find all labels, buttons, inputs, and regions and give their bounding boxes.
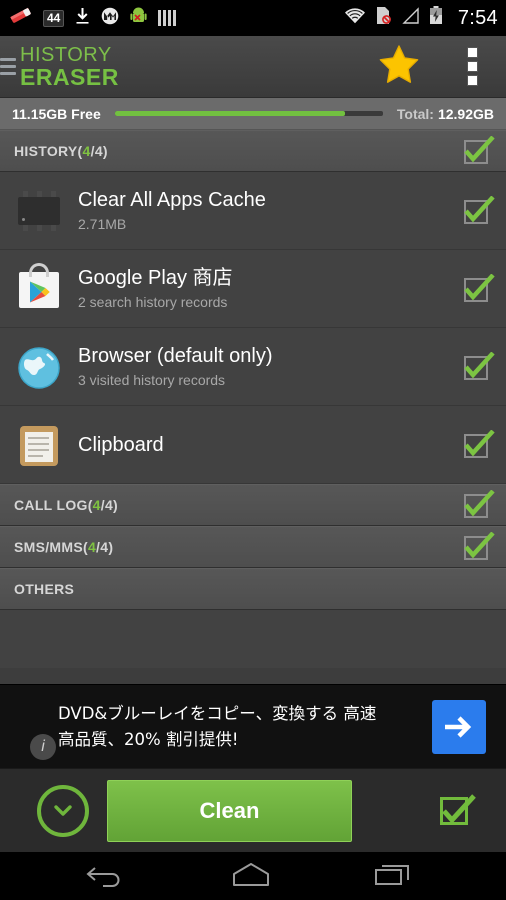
storage-progress-fill xyxy=(114,111,346,116)
ad-text-line2: 高品質、20% 割引提供! xyxy=(58,729,239,749)
motorola-icon xyxy=(101,7,119,30)
app-logo: HISTORY ERASER xyxy=(20,45,119,89)
list-item-title: Browser (default only) xyxy=(78,345,273,367)
list-item-text: Google Play 商店 2 search history records xyxy=(78,266,462,311)
storage-bar: 11.15GB Free Total: 12.92GB xyxy=(0,98,506,130)
signal-bars-icon xyxy=(158,10,177,26)
recent-apps-icon[interactable] xyxy=(370,860,420,893)
section-header-call-log[interactable]: CALL LOG(4/4) xyxy=(0,484,506,526)
ad-text: DVD&ブルーレイをコピー、変換する 高速 高品質、20% 割引提供! xyxy=(58,701,432,753)
list-item-checkbox[interactable] xyxy=(462,273,495,304)
status-bar-clock: 7:54 xyxy=(457,6,498,29)
list-item[interactable]: Clipboard xyxy=(0,406,506,484)
ad-banner[interactable]: DVD&ブルーレイをコピー、変換する 高速 高品質、20% 割引提供! i xyxy=(0,684,506,768)
logo-line-history: HISTORY xyxy=(20,43,112,66)
section-checkbox-history[interactable] xyxy=(462,136,495,166)
list-item[interactable]: Google Play 商店 2 search history records xyxy=(0,250,506,328)
bottom-action-bar: Clean xyxy=(0,768,506,852)
download-icon xyxy=(75,7,90,30)
status-bar-right-icons: 7:54 xyxy=(344,6,498,30)
browser-globe-icon xyxy=(16,344,62,390)
list-item-text: Browser (default only) 3 visited history … xyxy=(78,344,462,389)
section-label-sms-mms: SMS/MMS(4/4) xyxy=(14,539,114,555)
back-icon[interactable] xyxy=(86,860,132,893)
overflow-menu-icon[interactable] xyxy=(446,47,498,86)
star-icon[interactable] xyxy=(378,44,420,89)
google-play-store-icon xyxy=(16,262,62,312)
list-item-title: Clipboard xyxy=(78,433,164,456)
logo-line-eraser: ERASER xyxy=(20,63,119,90)
list-item-subtitle: 2.71MB xyxy=(78,216,127,232)
android-error-icon xyxy=(130,7,147,30)
arrow-right-icon[interactable] xyxy=(432,699,486,754)
list-item-text: Clipboard xyxy=(78,433,462,457)
list-empty-space xyxy=(0,610,506,668)
list-item[interactable]: Browser (default only) 3 visited history … xyxy=(0,328,506,406)
list-item-text: Clear All Apps Cache 2.71MB xyxy=(78,188,462,233)
section-label-history: HISTORY(4/4) xyxy=(14,143,108,159)
list-item-title: Google Play 商店 xyxy=(78,267,233,289)
clean-button[interactable]: Clean xyxy=(107,779,352,842)
status-bar: 44 7:54 xyxy=(0,0,506,36)
section-checkbox-sms-mms[interactable] xyxy=(462,532,495,562)
list-item-checkbox[interactable] xyxy=(462,429,495,460)
eraser-icon xyxy=(10,7,32,30)
app-root: 44 7:54 HISTORY ERASER 11.15GB Free Tota… xyxy=(0,0,506,900)
sdcard-disabled-icon xyxy=(375,6,392,30)
section-checkbox-call-log[interactable] xyxy=(462,490,495,520)
list-item-checkbox[interactable] xyxy=(462,351,495,382)
storage-total-label: Total: xyxy=(396,105,434,122)
list-item-subtitle: 2 search history records xyxy=(78,294,228,310)
item-group-history: Clear All Apps Cache 2.71MB Google Play 商店… xyxy=(0,172,506,484)
ad-info-icon[interactable]: i xyxy=(30,734,56,760)
section-header-others[interactable]: OTHERS xyxy=(0,568,506,610)
list-item-title: Clear All Apps Cache xyxy=(78,189,266,211)
wifi-icon xyxy=(344,7,366,29)
memory-chip-icon xyxy=(16,188,62,234)
android-nav-bar xyxy=(0,852,506,900)
storage-total-value: 12.92GB xyxy=(437,105,494,122)
status-bar-left-icons: 44 xyxy=(10,7,177,30)
cell-signal-icon xyxy=(401,6,420,30)
storage-progress-track xyxy=(114,111,383,116)
home-icon[interactable] xyxy=(225,860,277,893)
list-item-subtitle: 3 visited history records xyxy=(78,372,226,388)
section-label-call-log: CALL LOG(4/4) xyxy=(14,497,118,513)
storage-free-label: 11.15GB Free xyxy=(12,105,101,122)
chevron-down-circle-icon[interactable] xyxy=(37,784,89,837)
list-item-checkbox[interactable] xyxy=(462,195,495,226)
notification-count-badge: 44 xyxy=(43,9,65,27)
list-item[interactable]: Clear All Apps Cache 2.71MB xyxy=(0,172,506,250)
clipboard-icon xyxy=(16,422,62,468)
section-header-history[interactable]: HISTORY(4/4) xyxy=(0,130,506,172)
battery-charging-icon xyxy=(429,6,443,30)
category-list[interactable]: HISTORY(4/4) Clear All Apps Cache 2.71MB Go… xyxy=(0,130,506,668)
select-all-checkbox[interactable] xyxy=(440,793,476,828)
drawer-icon[interactable] xyxy=(0,58,16,75)
app-header: HISTORY ERASER xyxy=(0,36,506,98)
ad-text-line1: DVD&ブルーレイをコピー、変換する 高速 xyxy=(58,703,377,723)
section-header-sms-mms[interactable]: SMS/MMS(4/4) xyxy=(0,526,506,568)
section-label-others: OTHERS xyxy=(14,581,75,597)
